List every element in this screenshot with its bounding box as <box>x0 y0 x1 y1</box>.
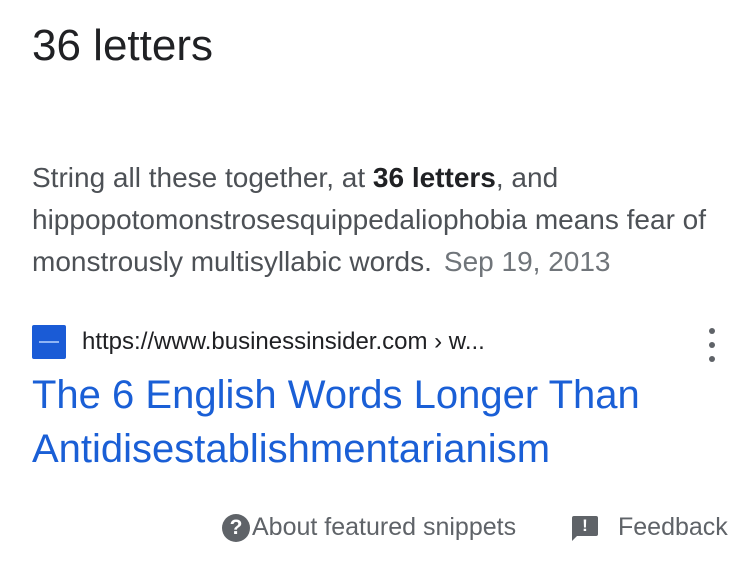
feedback-button[interactable]: ! Feedback <box>572 513 728 542</box>
snippet-highlight: 36 letters <box>372 162 496 193</box>
more-options-icon[interactable] <box>700 328 724 362</box>
snippet-date: Sep 19, 2013 <box>443 246 611 277</box>
result-url[interactable]: https://www.businessinsider.com › w... <box>82 325 485 359</box>
feedback-label: Feedback <box>618 513 728 541</box>
about-label: About featured snippets <box>252 513 517 541</box>
snippet-before: String all these together, at <box>32 162 373 193</box>
feedback-icon: ! <box>572 515 598 541</box>
snippet-text: String all these together, at 36 letters… <box>32 157 732 283</box>
about-featured-snippets-button[interactable]: ? About featured snippets <box>222 513 516 542</box>
result-source: https://www.businessinsider.com › w... <box>32 322 732 362</box>
snippet-footer: ? About featured snippets ! Feedback <box>0 508 755 548</box>
help-icon: ? <box>222 513 250 542</box>
result-title-link[interactable]: The 6 English Words Longer Than Antidise… <box>32 368 732 476</box>
site-favicon-icon <box>32 325 66 359</box>
featured-answer: 36 letters <box>32 21 213 70</box>
